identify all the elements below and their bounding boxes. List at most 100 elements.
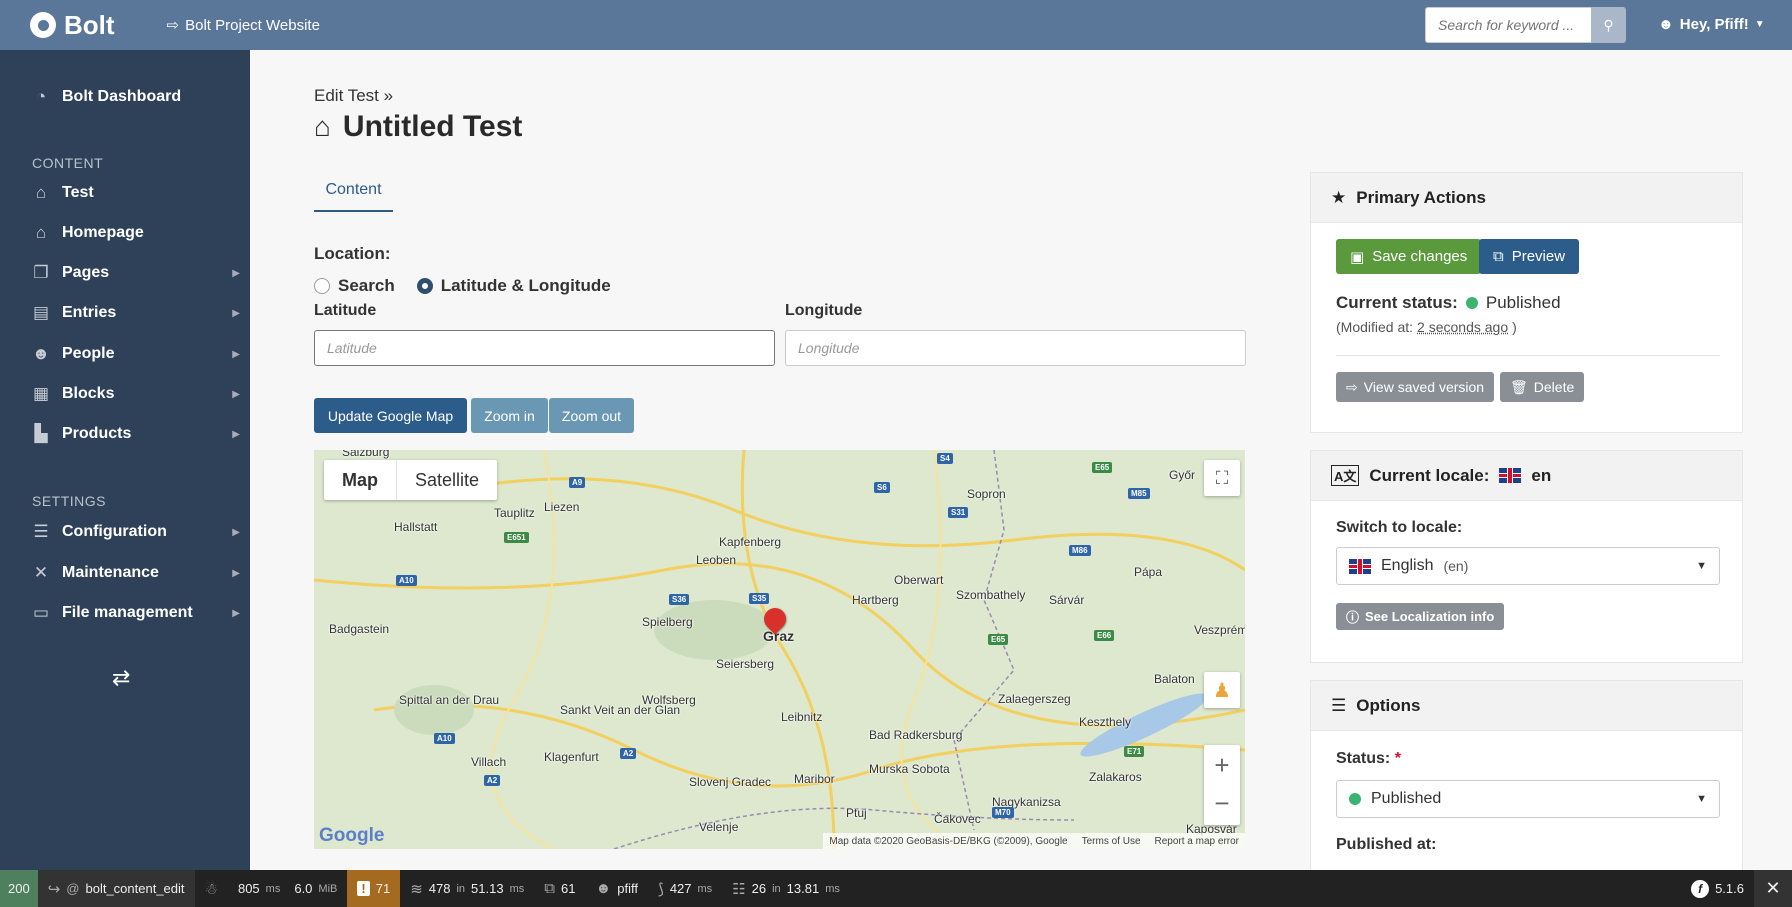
star-icon: ★ (1331, 187, 1347, 207)
folder-icon: ▭ (32, 603, 50, 622)
zoom-in-button[interactable]: Zoom in (471, 398, 548, 433)
longitude-label: Longitude (785, 302, 863, 319)
chevron-right-icon: ▶ (232, 567, 240, 579)
locale-code: en (1531, 465, 1552, 485)
debug-ajax[interactable]: ⟆ 427 ms (648, 870, 722, 907)
layers-icon: ≋ (410, 880, 423, 898)
fullscreen-button[interactable]: ⛶ (1204, 460, 1240, 496)
radio-latlng[interactable] (416, 278, 433, 294)
localization-info-button[interactable]: ⓘ See Localization info (1336, 603, 1505, 630)
translation-icon: ⧉ (544, 880, 555, 897)
map-city-label: Hallstatt (394, 520, 438, 534)
debug-database[interactable]: ☷ 26 in 13.81 ms (722, 870, 850, 907)
sidebar-item-configuration[interactable]: ☰ Configuration ▶ (30, 520, 245, 544)
zoom-in-map-button[interactable]: + (1214, 745, 1229, 785)
debug-user[interactable]: ☻ pfiff (585, 870, 648, 907)
user-menu[interactable]: ☻ Hey, Pfiff! ▼ (1658, 16, 1765, 33)
map-city-label: Klagenfurt (544, 750, 599, 764)
sidebar-item-file-management[interactable]: ▭ File management ▶ (30, 601, 245, 625)
breadcrumb[interactable]: Edit Test » (314, 86, 393, 106)
radio-search-label[interactable]: Search (338, 276, 395, 296)
status-select[interactable]: Published ▼ (1336, 780, 1720, 818)
longitude-input[interactable]: Longitude (785, 330, 1246, 366)
sidebar-item-dashboard[interactable]: ◔ Bolt Dashboard (30, 85, 245, 109)
map-road-sign: S31 (948, 507, 969, 518)
report-map-error-link[interactable]: Report a map error (1155, 836, 1239, 847)
localization-info-label: See Localization info (1365, 609, 1495, 624)
debug-memory-value: 6.0 (294, 881, 313, 896)
modified-at-prefix: (Modified at: (1336, 319, 1414, 335)
sidebar-item-blocks[interactable]: ▦ Blocks ▶ (30, 382, 245, 406)
search-button[interactable]: ⚲ (1591, 7, 1626, 43)
map-road-sign: A9 (569, 477, 586, 488)
map-road-sign: S6 (874, 482, 890, 493)
location-label: Location: (314, 244, 391, 263)
sidebar-item-entries[interactable]: ▤ Entries ▶ (30, 301, 245, 325)
map-city-label: Zalakaros (1089, 770, 1142, 784)
google-logo[interactable]: Google (319, 825, 384, 847)
sidebar-item-people[interactable]: ☻ People ▶ (30, 342, 245, 366)
locale-select[interactable]: English (en) ▼ (1336, 547, 1720, 585)
debug-translations[interactable]: ⧉ 61 (534, 870, 585, 907)
caret-down-icon: ▼ (1696, 560, 1707, 572)
sidebar-item-test[interactable]: ⌂ Test (30, 181, 245, 205)
close-icon: ✕ (1765, 878, 1781, 898)
latitude-input[interactable]: Latitude (314, 330, 775, 366)
home-icon: ⌂ (35, 223, 47, 242)
locale-header: A文 Current locale: en (1311, 451, 1742, 501)
view-saved-version-button[interactable]: ⇨ View saved version (1336, 372, 1495, 402)
delete-button[interactable]: 🗑 Delete (1500, 372, 1585, 402)
map-road-sign: A2 (484, 775, 501, 786)
zoom-out-map-button[interactable]: − (1214, 785, 1229, 825)
map-type-map-button[interactable]: Map (324, 460, 397, 500)
save-changes-button[interactable]: ▣ Save changes (1336, 239, 1482, 274)
sidebar-item-maintenance[interactable]: ✕ Maintenance ▶ (30, 561, 245, 585)
map-type-satellite-button[interactable]: Satellite (397, 460, 497, 500)
debug-twig[interactable]: ≋ 478 in 51.13 ms (400, 870, 534, 907)
locale-title: Current locale: (1369, 465, 1490, 485)
debug-memory-unit: MiB (318, 882, 338, 895)
map-road-sign: E65 (988, 634, 1009, 645)
debug-ajax-unit: ms (697, 882, 713, 895)
debug-status-code[interactable]: 200 (0, 870, 38, 907)
modified-at-suffix: ) (1512, 319, 1517, 335)
map-city-label: Maribor (794, 772, 835, 786)
radio-search[interactable] (314, 278, 330, 294)
sidebar-toggle-button[interactable]: ⇄ (112, 665, 130, 691)
project-website-link[interactable]: ⇨ Bolt Project Website (167, 16, 320, 35)
tab-content[interactable]: Content (314, 170, 393, 212)
language-icon: A文 (1331, 465, 1360, 486)
terms-of-use-link[interactable]: Terms of Use (1082, 836, 1141, 847)
map-city-label: Murska Sobota (869, 762, 950, 776)
sidebar-item-label: Products (62, 425, 132, 442)
current-status: Current status: Published (1336, 293, 1561, 313)
map-city-label: Tauplitz (494, 506, 535, 520)
preview-button[interactable]: ⧉ Preview (1479, 239, 1580, 274)
sidebar-item-label: File management (62, 604, 193, 621)
sidebar-item-pages[interactable]: ❐ Pages ▶ (30, 261, 245, 285)
home-icon: ⌂ (35, 183, 47, 202)
sidebar: ◔ Bolt Dashboard CONTENT ⌂ Test ⌂ Homepa… (0, 50, 250, 870)
radio-latlng-label[interactable]: Latitude & Longitude (441, 276, 611, 296)
debug-warnings[interactable]: ! 71 (347, 870, 401, 907)
zoom-out-button[interactable]: Zoom out (549, 398, 634, 433)
trash-icon: 🗑 (1510, 378, 1528, 395)
update-map-button[interactable]: Update Google Map (314, 398, 467, 433)
status-select-value: Published (1371, 790, 1442, 807)
sidebar-item-label: Pages (62, 264, 110, 281)
sidebar-item-homepage[interactable]: ⌂ Homepage (30, 221, 245, 245)
street-view-pegman[interactable]: ♟ (1204, 672, 1240, 708)
page-title: ⌂ Untitled Test (314, 110, 522, 144)
sidebar-item-products[interactable]: ▙ Products ▶ (30, 422, 245, 446)
google-map[interactable]: Salzburg Liezen Tauplitz Hallstatt Kapfe… (314, 450, 1245, 849)
debug-time[interactable]: 805 ms 6.0 MiB (228, 870, 347, 907)
location-mode-radios: Search Latitude & Longitude (314, 276, 611, 296)
debug-route[interactable]: ↪ @ bolt_content_edit (37, 870, 195, 907)
search-input[interactable] (1425, 7, 1591, 43)
preview-label: Preview (1511, 248, 1566, 265)
brand-logo[interactable]: Bolt (30, 10, 115, 41)
debug-ghost[interactable]: ☃ (195, 870, 228, 907)
sidebar-item-label: Bolt Dashboard (62, 88, 182, 105)
debug-symfony-version[interactable]: f 5.1.6 (1681, 870, 1754, 907)
debug-close-button[interactable]: ✕ (1754, 870, 1792, 907)
